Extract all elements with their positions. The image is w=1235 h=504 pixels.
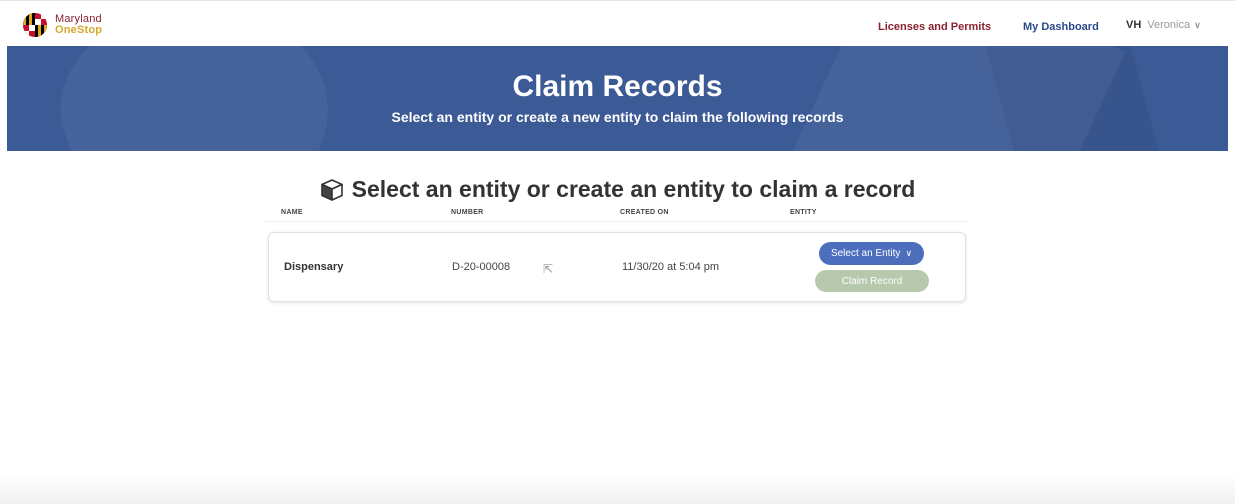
record-created-on: 11/30/20 at 5:04 pm xyxy=(622,261,720,273)
select-entity-dropdown[interactable]: Select an Entity ∨ xyxy=(819,242,924,265)
column-header-name: NAME xyxy=(281,209,303,216)
table-header: NAME NUMBER CREATED ON ENTITY xyxy=(264,206,969,222)
column-header-number: NUMBER xyxy=(451,209,484,216)
section-heading: Select an entity or create an entity to … xyxy=(0,176,1235,203)
chevron-down-icon: ∨ xyxy=(1194,19,1201,30)
column-header-created-on: CREATED ON xyxy=(620,209,669,216)
user-initials: VH xyxy=(1126,19,1142,31)
logo-line2: OneStop xyxy=(55,24,103,36)
record-number: D-20-00008 xyxy=(452,261,511,273)
section-title: Select an entity or create an entity to … xyxy=(351,176,916,202)
record-name: Dispensary xyxy=(284,261,344,273)
user-name: Veronica xyxy=(1147,19,1191,31)
box-icon xyxy=(320,178,343,201)
page-subtitle: Select an entity or create a new entity … xyxy=(391,109,844,125)
nav-my-dashboard[interactable]: My Dashboard xyxy=(1023,21,1099,33)
table-row: Dispensary D-20-00008 ⇱ 11/30/20 at 5:04… xyxy=(268,232,966,302)
maryland-onestop-logo[interactable]: Maryland OneStop xyxy=(23,13,102,37)
nav-licenses-and-permits[interactable]: Licenses and Permits xyxy=(878,21,991,33)
claim-record-button[interactable]: Claim Record xyxy=(815,270,929,292)
chevron-down-icon: ∨ xyxy=(905,248,913,258)
page-banner: Claim Records Select an entity or create… xyxy=(7,46,1228,151)
column-header-entity: ENTITY xyxy=(790,209,817,216)
top-navbar: Maryland OneStop Licenses and Permits My… xyxy=(0,0,1235,46)
select-entity-label: Select an Entity xyxy=(830,248,901,259)
mouse-cursor-icon: ⇱ xyxy=(543,262,554,276)
user-menu[interactable]: VH Veronica ∨ xyxy=(1126,19,1201,31)
maryland-flag-icon xyxy=(23,13,47,37)
page-footer xyxy=(0,474,1235,504)
page-title: Claim Records xyxy=(512,70,723,103)
